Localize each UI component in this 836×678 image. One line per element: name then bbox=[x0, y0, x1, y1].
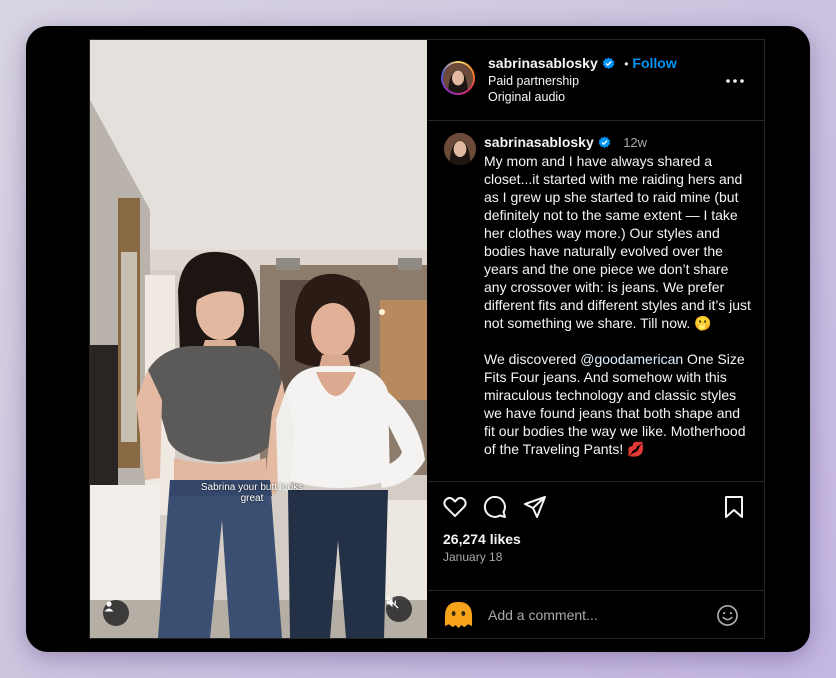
caption-author-avatar[interactable] bbox=[444, 133, 476, 165]
avatar-image bbox=[444, 133, 476, 165]
bookmark-icon bbox=[725, 496, 743, 518]
save-button[interactable] bbox=[724, 496, 744, 523]
avatar-image bbox=[443, 63, 473, 93]
post-header: sabrinasablosky • Follow Paid partnership… bbox=[428, 40, 764, 121]
header-separator: • bbox=[624, 57, 629, 71]
tagged-users-button[interactable] bbox=[103, 600, 129, 626]
post-date: January 18 bbox=[443, 550, 503, 564]
author-avatar bbox=[443, 63, 473, 93]
caption-p2-prefix: We discovered bbox=[484, 351, 581, 367]
caption-paragraph-1: My mom and I have always shared a closet… bbox=[484, 153, 751, 331]
author-username[interactable]: sabrinasablosky bbox=[488, 55, 598, 71]
caption-paragraph-2: We discovered @goodamerican One Size Fit… bbox=[484, 350, 754, 458]
comment-button[interactable] bbox=[483, 495, 507, 524]
heart-icon bbox=[443, 496, 467, 517]
speaker-muted-icon bbox=[386, 596, 399, 609]
caption-username[interactable]: sabrinasablosky bbox=[484, 134, 594, 150]
mute-button[interactable] bbox=[386, 596, 412, 622]
comment-icon bbox=[483, 495, 506, 518]
author-avatar-ring[interactable] bbox=[441, 61, 475, 95]
post-container: Sabrina your butt looks great sabrinasab… bbox=[89, 39, 765, 639]
add-comment-row: Add a comment... bbox=[428, 590, 764, 640]
verified-badge-icon bbox=[602, 57, 615, 75]
mention-link[interactable]: @goodamerican bbox=[580, 351, 683, 367]
paper-plane-icon bbox=[524, 496, 546, 518]
caption-text: My mom and I have always shared a closet… bbox=[484, 152, 754, 458]
more-options-button[interactable] bbox=[725, 71, 745, 89]
video-comment-overlay: Sabrina your butt looks great bbox=[200, 482, 304, 504]
comment-input[interactable]: Add a comment... bbox=[488, 607, 598, 623]
caption-time[interactable]: 12w bbox=[623, 135, 647, 150]
follow-button[interactable]: Follow bbox=[632, 55, 676, 71]
video-frame bbox=[90, 40, 427, 638]
app-window: Sabrina your butt looks great sabrinasab… bbox=[26, 26, 810, 652]
emoji-avatar-icon bbox=[443, 599, 474, 630]
paid-partnership-label[interactable]: Paid partnership bbox=[488, 73, 579, 89]
author-line: sabrinasablosky • Follow bbox=[488, 55, 677, 75]
comments-section: sabrinasablosky 12w My mom and I have al… bbox=[428, 121, 764, 481]
original-audio-link[interactable]: Original audio bbox=[488, 89, 565, 105]
caption-header: sabrinasablosky 12w bbox=[484, 134, 647, 154]
user-icon bbox=[104, 601, 114, 612]
post-side-panel: sabrinasablosky • Follow Paid partnership… bbox=[428, 40, 764, 638]
likes-count[interactable]: 26,274 likes bbox=[443, 531, 521, 547]
like-button[interactable] bbox=[443, 496, 467, 523]
more-horizontal-icon bbox=[726, 79, 744, 83]
post-video[interactable]: Sabrina your butt looks great bbox=[90, 40, 427, 638]
emoji-picker-button[interactable] bbox=[716, 604, 739, 632]
share-button[interactable] bbox=[524, 496, 546, 523]
smiley-icon bbox=[717, 605, 738, 626]
post-footer: 26,274 likes January 18 Add a comment... bbox=[428, 481, 764, 639]
